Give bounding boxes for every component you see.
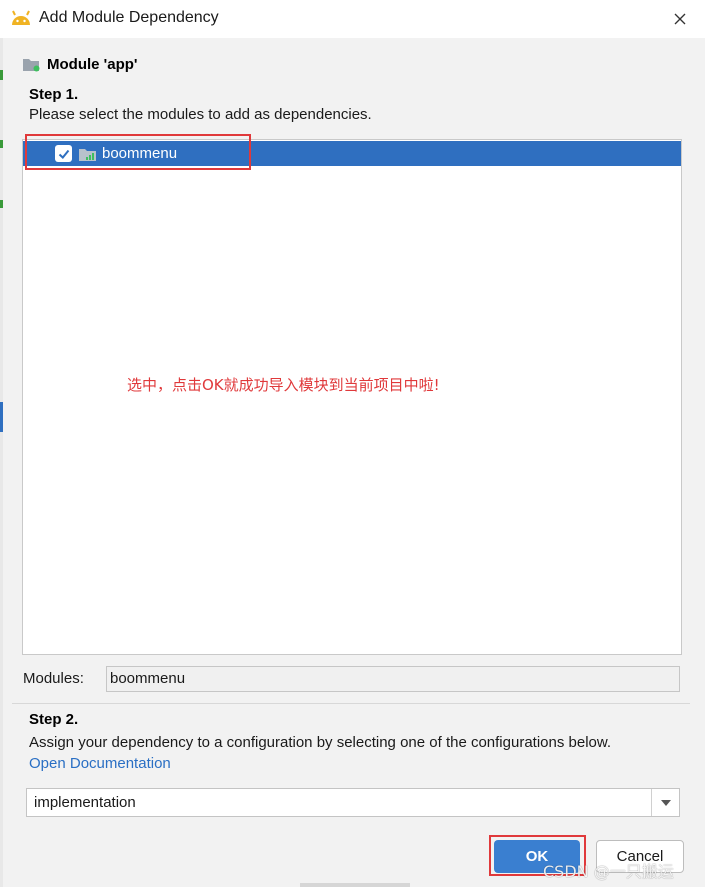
- close-button[interactable]: [667, 6, 693, 32]
- chevron-down-icon: [660, 799, 671, 806]
- resize-grip: [300, 883, 410, 887]
- watermark: CSDN @一只搬运: [543, 862, 674, 881]
- modules-field: boommenu: [106, 666, 680, 692]
- edge-marker: [0, 70, 3, 80]
- title-bar: Add Module Dependency: [0, 0, 705, 38]
- android-icon: [12, 10, 30, 25]
- annotation-highlight-box: [25, 134, 251, 170]
- module-heading: Module 'app': [22, 53, 137, 75]
- edge-marker: [0, 200, 3, 208]
- module-folder-icon: [23, 59, 40, 72]
- configuration-dropdown-button[interactable]: [651, 789, 679, 816]
- module-heading-label: Module 'app': [47, 55, 138, 73]
- configuration-select[interactable]: implementation: [26, 788, 680, 817]
- window-left-edge: [0, 38, 3, 887]
- step2-title: Step 2.: [29, 711, 79, 728]
- close-icon: [674, 13, 686, 25]
- step1-title: Step 1.: [29, 86, 79, 103]
- module-list[interactable]: boommenu: [22, 139, 682, 655]
- annotation-text: 选中，点击OK就成功导入模块到当前项目中啦!: [127, 376, 440, 394]
- window-title: Add Module Dependency: [39, 9, 219, 26]
- edge-marker: [0, 140, 3, 148]
- step2-description: Assign your dependency to a configuratio…: [29, 734, 612, 751]
- edge-marker: [0, 402, 3, 432]
- configuration-value: implementation: [34, 794, 136, 811]
- modules-label: Modules:: [23, 670, 84, 687]
- open-documentation-link[interactable]: Open Documentation: [29, 755, 171, 772]
- step1-description: Please select the modules to add as depe…: [29, 106, 372, 123]
